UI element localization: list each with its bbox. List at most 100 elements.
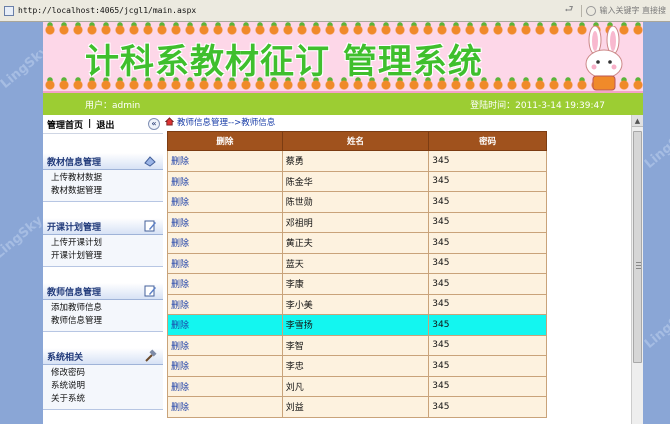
teacher-password: 345 (428, 273, 547, 295)
table-row: 删除 刘凡 345 (167, 375, 547, 397)
group-system: 系统相关 修改密码 系统说明 关于系统 (43, 348, 163, 410)
delete-link[interactable]: 删除 (167, 375, 283, 397)
group-body-course-plan: 上传开课计划 开课计划管理 (43, 235, 163, 267)
teacher-name: 陈金华 (281, 170, 430, 192)
sidebar-item-upload-textbook[interactable]: 上传教材数据 (43, 172, 163, 185)
teacher-password: 345 (428, 375, 547, 397)
address-url[interactable]: http://localhost:4065/jcgl1/main.aspx (18, 6, 564, 15)
delete-link[interactable]: 删除 (167, 334, 283, 356)
group-body-teacher: 添加教师信息 教师信息管理 (43, 300, 163, 332)
teacher-password: 345 (428, 191, 547, 213)
go-arrow-icon[interactable]: ⮐ (564, 2, 573, 19)
delete-link[interactable]: 删除 (167, 293, 283, 315)
delete-link[interactable]: 删除 (167, 232, 283, 254)
sidebar-item-plan-manage[interactable]: 开课计划管理 (43, 250, 163, 263)
table-header-row: 删除 姓名 密码 (167, 131, 547, 151)
group-course-plan: 开课计划管理 上传开课计划 开课计划管理 (43, 218, 163, 267)
teacher-name: 蔡勇 (281, 150, 430, 172)
teacher-password: 345 (428, 150, 547, 172)
teacher-password: 345 (428, 314, 547, 336)
delete-link[interactable]: 删除 (167, 314, 283, 336)
textbook-icon (144, 156, 156, 167)
group-body-system: 修改密码 系统说明 关于系统 (43, 365, 163, 410)
watermark: LingSky (641, 303, 670, 352)
breadcrumb: 教师信息管理-->教师信息 (163, 115, 631, 128)
table-row: 删除 李忠 345 (167, 355, 547, 377)
collapse-icon[interactable]: « (148, 118, 160, 130)
group-teacher: 教师信息管理 添加教师信息 教师信息管理 (43, 283, 163, 332)
sidebar-item-about[interactable]: 关于系统 (43, 393, 163, 406)
address-bar[interactable]: http://localhost:4065/jcgl1/main.aspx ⮐ … (0, 0, 670, 22)
column-header-name: 姓名 (281, 131, 430, 151)
sidebar-item-upload-plan[interactable]: 上传开课计划 (43, 237, 163, 250)
table-row: 删除 蔡勇 345 (167, 150, 547, 172)
vertical-scrollbar[interactable]: ▲ (631, 115, 643, 424)
group-title: 系统相关 (47, 352, 84, 363)
divider (581, 4, 583, 17)
edit-icon (144, 285, 156, 297)
table-row: 删除 李康 345 (167, 273, 547, 295)
search-icon (586, 5, 597, 16)
watermark: LingSky (0, 213, 46, 262)
delete-link[interactable]: 删除 (167, 191, 283, 213)
search-box[interactable]: ⮐ 输入关键字 直接搜 (564, 2, 666, 19)
table-row: 删除 刘益 345 (167, 396, 547, 418)
sidebar-item-textbook-manage[interactable]: 教材数据管理 (43, 185, 163, 198)
teacher-name: 邓祖明 (281, 211, 430, 233)
home-link[interactable]: 管理首页 (47, 118, 83, 131)
user-bar: 用户：admin 登陆时间：2011-3-14 19:39:47 (43, 93, 643, 115)
table-row: 删除 李智 345 (167, 334, 547, 356)
teacher-name: 李康 (281, 273, 430, 295)
group-body-textbook: 上传教材数据 教材数据管理 (43, 170, 163, 202)
sidebar-header: 管理首页 | 退出 « (43, 115, 163, 134)
logout-link[interactable]: 退出 (96, 118, 114, 131)
main-frame: 计科系教材征订 管理系统 用户：admin 登陆时间：2011-3-14 19:… (43, 22, 643, 424)
delete-link[interactable]: 删除 (167, 150, 283, 172)
teacher-name: 刘益 (281, 396, 430, 418)
sidebar-item-add-teacher[interactable]: 添加教师信息 (43, 302, 163, 315)
teacher-password: 345 (428, 211, 547, 233)
table-row: 删除 陈世勋 345 (167, 191, 547, 213)
scroll-up-icon[interactable]: ▲ (632, 115, 643, 127)
teacher-password: 345 (428, 334, 547, 356)
teacher-password: 345 (428, 396, 547, 418)
table-row: 删除 李小美 345 (167, 293, 547, 315)
delete-link[interactable]: 删除 (167, 170, 283, 192)
content-area: 教师信息管理-->教师信息 删除 姓名 密码 删除 蔡勇 345 删除 陈金华 345 删除… (163, 115, 631, 424)
search-placeholder[interactable]: 输入关键字 直接搜 (599, 5, 666, 16)
sidebar-item-change-password[interactable]: 修改密码 (43, 367, 163, 380)
teacher-name: 陈世勋 (281, 191, 430, 213)
group-header-system[interactable]: 系统相关 (43, 348, 163, 365)
table-row: 删除 蓝天 345 (167, 252, 547, 274)
group-header-teacher[interactable]: 教师信息管理 (43, 283, 163, 300)
current-user: 用户：admin (85, 100, 141, 111)
delete-link[interactable]: 删除 (167, 273, 283, 295)
teacher-password: 345 (428, 170, 547, 192)
group-header-course-plan[interactable]: 开课计划管理 (43, 218, 163, 235)
rabbit-icon (585, 26, 623, 91)
sidebar-item-system-help[interactable]: 系统说明 (43, 380, 163, 393)
teacher-name: 李雪扬 (281, 314, 430, 336)
delete-link[interactable]: 删除 (167, 211, 283, 233)
teacher-password: 345 (428, 355, 547, 377)
teacher-table: 删除 姓名 密码 删除 蔡勇 345 删除 陈金华 345 删除 陈世勋 345 删除 邓祖明 345… (167, 131, 547, 418)
column-header-password: 密码 (428, 131, 547, 151)
delete-link[interactable]: 删除 (167, 396, 283, 418)
scroll-thumb[interactable] (633, 131, 642, 363)
login-time: 登陆时间：2011-3-14 19:39:47 (470, 100, 605, 111)
teacher-password: 345 (428, 232, 547, 254)
group-textbook: 教材信息管理 上传教材数据 教材数据管理 (43, 153, 163, 202)
teacher-password: 345 (428, 293, 547, 315)
hammer-icon (145, 349, 157, 362)
delete-link[interactable]: 删除 (167, 252, 283, 274)
group-title: 教师信息管理 (47, 287, 102, 298)
sidebar-item-teacher-manage[interactable]: 教师信息管理 (43, 315, 163, 328)
watermark: LingSky (641, 123, 670, 172)
table-row: 删除 黄正夫 345 (167, 232, 547, 254)
teacher-name: 李智 (281, 334, 430, 356)
delete-link[interactable]: 删除 (167, 355, 283, 377)
teacher-name: 李忠 (281, 355, 430, 377)
banner-title: 计科系教材征订 管理系统 (85, 42, 483, 82)
table-row: 删除 李雪扬 345 (167, 314, 547, 336)
group-header-textbook[interactable]: 教材信息管理 (43, 153, 163, 170)
